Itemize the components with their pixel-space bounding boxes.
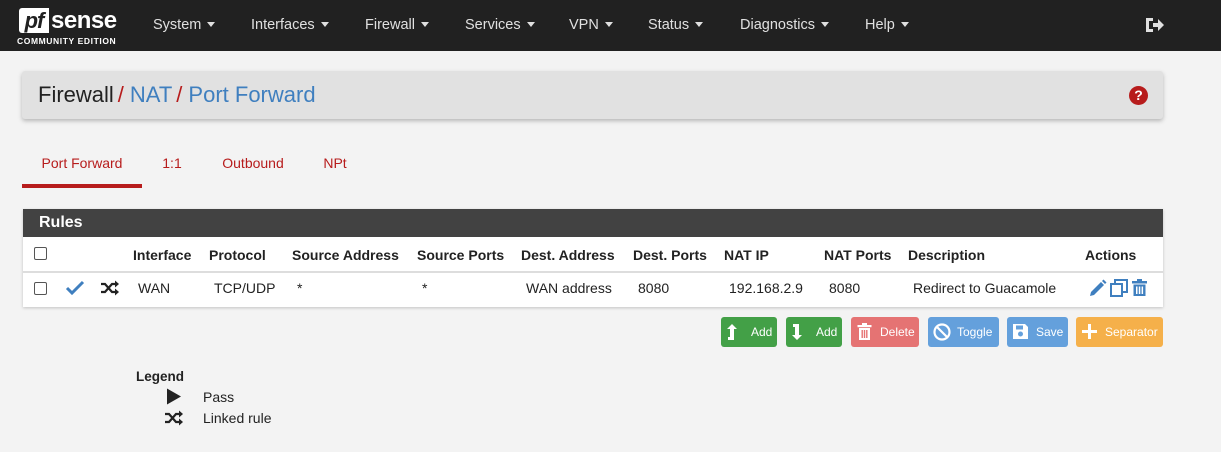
nav-help[interactable]: Help xyxy=(865,0,909,51)
top-navbar: pf sense COMMUNITY EDITION System Interf… xyxy=(0,0,1221,51)
rules-panel: Rules Interface Protocol Source Address … xyxy=(23,209,1163,307)
edit-pencil-icon[interactable] xyxy=(1089,279,1107,297)
caret-down-icon xyxy=(526,21,535,27)
linked-rule-icon xyxy=(101,280,119,296)
save-floppy-icon xyxy=(1013,324,1028,339)
arrow-up-icon xyxy=(727,324,737,340)
cell-description: Redirect to Guacamole xyxy=(913,280,1057,296)
tab-one-to-one[interactable]: 1:1 xyxy=(158,146,186,188)
delete-button[interactable]: Delete xyxy=(851,317,919,347)
pfsense-logo[interactable]: pf sense COMMUNITY EDITION xyxy=(17,7,129,47)
nav-services[interactable]: Services xyxy=(465,0,535,51)
caret-down-icon xyxy=(604,21,613,27)
nav-system-label: System xyxy=(153,17,202,33)
breadcrumb-port-forward[interactable]: Port Forward xyxy=(188,82,315,107)
col-protocol[interactable]: Protocol xyxy=(209,247,266,263)
nav-firewall[interactable]: Firewall xyxy=(365,0,429,51)
caret-down-icon xyxy=(900,21,909,27)
logout-icon[interactable] xyxy=(1144,16,1164,34)
nav-diagnostics[interactable]: Diagnostics xyxy=(740,0,829,51)
toggle-label: Toggle xyxy=(957,325,993,339)
row-checkbox[interactable] xyxy=(34,282,47,295)
add-rule-top-button[interactable]: Add xyxy=(721,317,777,347)
caret-down-icon xyxy=(207,21,216,27)
cell-source-ports: * xyxy=(422,280,428,296)
cell-dest-ports: 8080 xyxy=(638,280,670,296)
rules-panel-title: Rules xyxy=(23,209,1163,237)
copy-icon[interactable] xyxy=(1110,279,1128,297)
nav-system[interactable]: System xyxy=(153,0,216,51)
logo-edition: COMMUNITY EDITION xyxy=(17,36,117,46)
trash-icon xyxy=(857,323,872,340)
select-all-checkbox[interactable] xyxy=(34,247,47,260)
nav-interfaces-label: Interfaces xyxy=(251,17,315,33)
help-icon[interactable]: ? xyxy=(1129,86,1148,105)
legend-pass: Pass xyxy=(203,389,235,405)
cell-dest-address: WAN address xyxy=(526,280,612,296)
tab-outbound[interactable]: Outbound xyxy=(218,146,288,188)
cell-protocol: TCP/UDP xyxy=(214,280,276,296)
logo-pf-mark: pf xyxy=(19,8,49,33)
nav-firewall-label: Firewall xyxy=(365,17,415,33)
plus-icon xyxy=(1082,324,1097,339)
nav-status[interactable]: Status xyxy=(648,0,704,51)
pass-check-icon[interactable] xyxy=(65,280,85,296)
ban-icon xyxy=(933,323,951,341)
breadcrumb-panel: Firewall / NAT / Port Forward ? xyxy=(22,71,1163,119)
pass-play-icon xyxy=(167,388,181,405)
logo-sense-text: sense xyxy=(51,7,117,34)
cell-interface: WAN xyxy=(138,280,171,296)
col-nat-ports[interactable]: NAT Ports xyxy=(824,247,891,263)
add-top-label: Add xyxy=(751,325,773,339)
col-source-address[interactable]: Source Address xyxy=(292,247,399,263)
breadcrumb: Firewall / NAT / Port Forward xyxy=(38,82,316,108)
caret-down-icon xyxy=(695,21,704,27)
breadcrumb-separator: / xyxy=(176,82,183,107)
cell-nat-ip: 192.168.2.9 xyxy=(729,280,803,296)
nav-vpn-label: VPN xyxy=(569,17,599,33)
save-button[interactable]: Save xyxy=(1007,317,1068,347)
save-label: Save xyxy=(1036,325,1064,339)
arrow-down-icon xyxy=(792,324,802,340)
caret-down-icon xyxy=(820,21,829,27)
nav-diagnostics-label: Diagnostics xyxy=(740,17,815,33)
nav-interfaces[interactable]: Interfaces xyxy=(251,0,329,51)
header-divider xyxy=(23,271,1163,273)
delete-label: Delete xyxy=(880,325,915,339)
col-interface[interactable]: Interface xyxy=(133,247,191,263)
add-rule-bottom-button[interactable]: Add xyxy=(786,317,842,347)
caret-down-icon xyxy=(320,21,329,27)
col-nat-ip[interactable]: NAT IP xyxy=(724,247,769,263)
nav-vpn[interactable]: VPN xyxy=(569,0,613,51)
legend-linked-rule: Linked rule xyxy=(203,410,272,426)
tab-port-forward[interactable]: Port Forward xyxy=(22,146,142,188)
toggle-button[interactable]: Toggle xyxy=(928,317,999,347)
nav-help-label: Help xyxy=(865,17,895,33)
legend-title: Legend xyxy=(136,369,185,384)
add-bottom-label: Add xyxy=(816,325,838,339)
col-actions: Actions xyxy=(1085,247,1137,263)
nav-services-label: Services xyxy=(465,17,521,33)
separator-label: Separator xyxy=(1105,325,1158,339)
breadcrumb-firewall: Firewall xyxy=(38,82,114,107)
trash-icon[interactable] xyxy=(1131,279,1148,297)
col-dest-address[interactable]: Dest. Address xyxy=(521,247,615,263)
separator-button[interactable]: Separator xyxy=(1076,317,1163,347)
nav-status-label: Status xyxy=(648,17,690,33)
col-source-ports[interactable]: Source Ports xyxy=(417,247,504,263)
linked-rule-icon xyxy=(165,410,183,426)
breadcrumb-nat[interactable]: NAT xyxy=(130,82,172,107)
tab-npt[interactable]: NPt xyxy=(320,146,350,188)
cell-source-address: * xyxy=(297,280,303,296)
col-description[interactable]: Description xyxy=(908,247,985,263)
breadcrumb-separator: / xyxy=(117,82,124,107)
col-dest-ports[interactable]: Dest. Ports xyxy=(633,247,707,263)
caret-down-icon xyxy=(420,21,429,27)
cell-nat-ports: 8080 xyxy=(829,280,861,296)
